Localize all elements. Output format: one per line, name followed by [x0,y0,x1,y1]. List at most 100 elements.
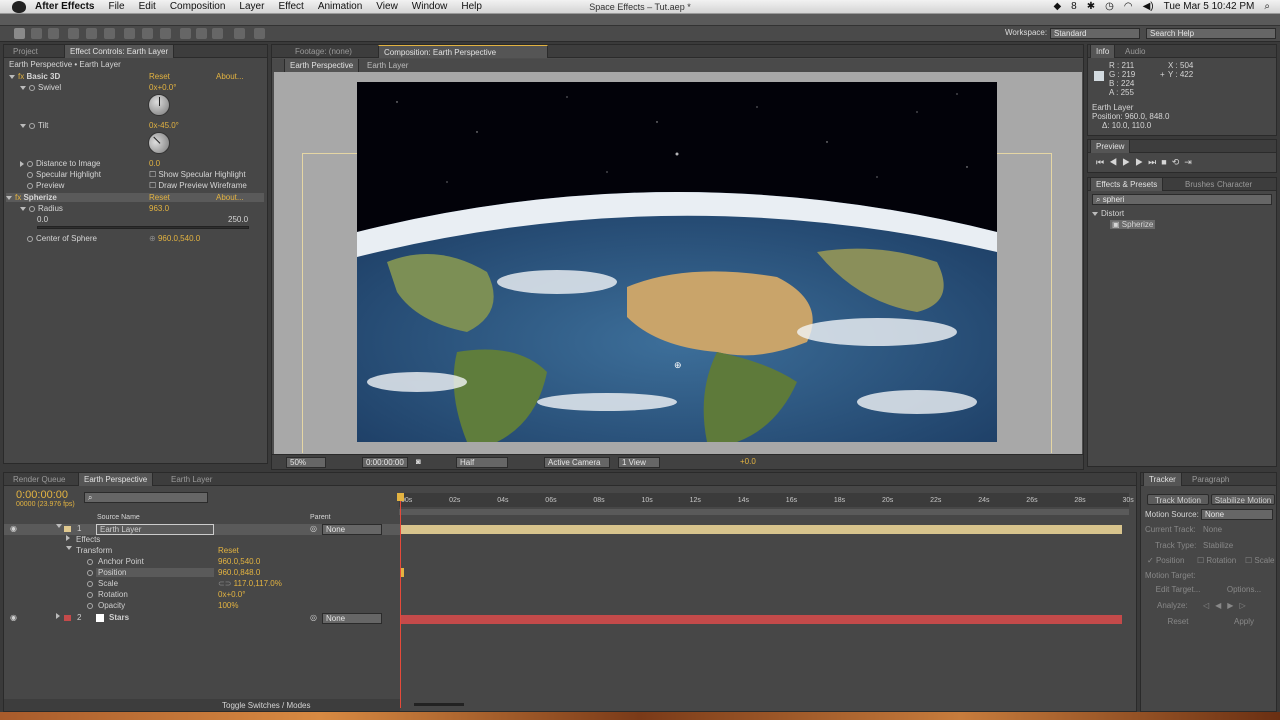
tab-footage[interactable]: Footage: (none) [290,45,357,58]
track-motion-button[interactable]: Track Motion [1147,494,1209,505]
tab-render-queue[interactable]: Render Queue [8,473,70,486]
scale-checkbox[interactable]: ☐ Scale [1245,556,1274,565]
toggle-switches-modes-button[interactable]: Toggle Switches / Modes [222,701,311,710]
timeline-timecode[interactable]: 0:00:00:00 [16,489,68,501]
analyze-controls[interactable]: ◁◀▶▷ [1203,601,1252,610]
visibility-eye-icon[interactable]: ◉ [10,524,17,533]
tracker-apply-button[interactable]: Apply [1215,616,1273,627]
distance-value[interactable]: 0.0 [149,159,160,168]
clock[interactable]: Tue Mar 5 10:42 PM [1164,1,1255,12]
transport-controls[interactable]: ⏮◀▶▶⏭■⟲⇥ [1096,157,1197,168]
options-button[interactable]: Options... [1215,584,1273,595]
camera-select[interactable]: Active Camera [544,457,610,468]
rotation-value[interactable]: 0x+0.0° [218,590,245,599]
puppet-tool-icon[interactable] [254,28,265,39]
stabilize-motion-button[interactable]: Stabilize Motion [1211,494,1275,505]
layer-name[interactable]: Earth Layer [96,524,214,535]
label-color[interactable] [64,615,71,621]
type-tool-icon[interactable] [160,28,171,39]
zoom-tool-icon[interactable] [48,28,59,39]
time-ruler[interactable]: 00s 02s 04s 06s 08s 10s 12s 14s 16s 18s 20s 22s 24s 2… [399,493,1134,507]
layer-row-stars[interactable]: ◉ 2 Stars ◎ None [4,613,400,624]
crumb-comp[interactable]: Earth Perspective [284,59,360,72]
swivel-value[interactable]: 0x+0.0° [149,83,176,92]
clone-stamp-tool-icon[interactable] [196,28,207,39]
tracker-reset-button[interactable]: Reset [1147,616,1209,627]
center-value[interactable]: ⊕ 960.0,540.0 [149,234,200,243]
tab-project[interactable]: Project [8,45,43,58]
spherize-about-button[interactable]: About... [216,193,244,202]
spherize-reset-button[interactable]: Reset [149,193,170,202]
tab-tracker[interactable]: Tracker [1143,473,1182,486]
work-area-bar[interactable] [399,509,1129,515]
menu-layer[interactable]: Layer [239,1,264,12]
effects-group[interactable]: Effects [4,535,400,546]
resolution-select[interactable]: Half [456,457,508,468]
tab-earth-perspective[interactable]: Earth Perspective [78,473,154,486]
specular-checkbox[interactable]: ☐ Show Specular Highlight [149,170,246,179]
tab-audio[interactable]: Audio [1120,45,1150,58]
tab-preview[interactable]: Preview [1090,140,1131,153]
creative-cloud-icon[interactable]: 8 [1071,1,1077,12]
volume-icon[interactable]: ◀) [1143,1,1154,12]
pen-tool-icon[interactable] [142,28,153,39]
roto-brush-tool-icon[interactable] [234,28,245,39]
zoom-select[interactable]: 50% [286,457,326,468]
menu-view[interactable]: View [376,1,398,12]
scale-value[interactable]: ⊂⊃ 117.0,117.0% [218,579,282,588]
wireframe-checkbox[interactable]: ☐ Draw Preview Wireframe [149,181,247,190]
menu-effect[interactable]: Effect [278,1,303,12]
dropbox-icon[interactable]: ◆ [1053,1,1061,12]
layer-bar-earth[interactable] [400,525,1122,534]
camera-tool-icon[interactable] [86,28,97,39]
rotate-tool-icon[interactable] [68,28,79,39]
search-help-input[interactable]: Search Help [1146,28,1276,39]
current-track-select[interactable]: None [1203,525,1222,534]
basic-3d-about-button[interactable]: About... [216,72,244,81]
tab-effects-presets[interactable]: Effects & Presets [1090,178,1164,191]
menu-composition[interactable]: Composition [170,1,226,12]
transform-reset-button[interactable]: Reset [218,546,239,555]
wifi-icon[interactable]: ◠ [1124,1,1133,12]
parent-select[interactable]: None [322,524,382,535]
tab-earth-layer[interactable]: Earth Layer [166,473,217,486]
spotlight-icon[interactable]: ⌕ [1264,1,1270,12]
visibility-eye-icon[interactable]: ◉ [10,613,17,622]
menu-animation[interactable]: Animation [318,1,362,12]
crumb-layer[interactable]: Earth Layer [362,59,413,72]
selection-tool-icon[interactable] [14,28,25,39]
tab-effect-controls[interactable]: Effect Controls: Earth Layer [64,45,175,58]
exposure-value[interactable]: +0.0 [740,457,756,466]
time-machine-icon[interactable]: ◷ [1105,1,1114,12]
opacity-value[interactable]: 100% [218,601,238,610]
radius-slider[interactable] [37,226,249,229]
transform-group[interactable]: Transform Reset [4,546,400,557]
earth-frame[interactable] [357,82,997,442]
eraser-tool-icon[interactable] [212,28,223,39]
apple-icon[interactable] [12,0,26,13]
tilt-value[interactable]: 0x-45.0° [149,121,179,130]
tab-paragraph[interactable]: Paragraph [1187,473,1234,486]
layer-row-earth[interactable]: ◉ 1 Earth Layer ◎ None [4,524,400,535]
tab-info[interactable]: Info [1090,45,1116,58]
track-type-select[interactable]: Stabilize [1203,541,1233,550]
anchor-point-icon[interactable]: ⊕ [674,360,682,371]
motion-source-select[interactable]: None [1201,509,1273,520]
menu-help[interactable]: Help [461,1,482,12]
workspace-select[interactable]: Standard [1050,28,1140,39]
effect-spherize-item[interactable]: ▣ Spherize [1110,220,1156,229]
basic-3d-reset-button[interactable]: Reset [149,72,170,81]
parent-select[interactable]: None [322,613,382,624]
edit-target-button[interactable]: Edit Target... [1147,584,1209,595]
snapshot-icon[interactable]: ◙ [416,457,421,466]
tab-composition[interactable]: Composition: Earth Perspective [378,45,548,58]
brush-tool-icon[interactable] [180,28,191,39]
label-color[interactable] [64,526,71,532]
rectangle-tool-icon[interactable] [124,28,135,39]
app-menu[interactable]: After Effects [35,1,94,12]
position-value[interactable]: 960.0,848.0 [218,568,260,577]
menu-edit[interactable]: Edit [139,1,156,12]
views-select[interactable]: 1 View [618,457,660,468]
effects-search-input[interactable]: ⌕ spheri [1092,194,1272,205]
current-time-indicator[interactable] [400,493,401,708]
